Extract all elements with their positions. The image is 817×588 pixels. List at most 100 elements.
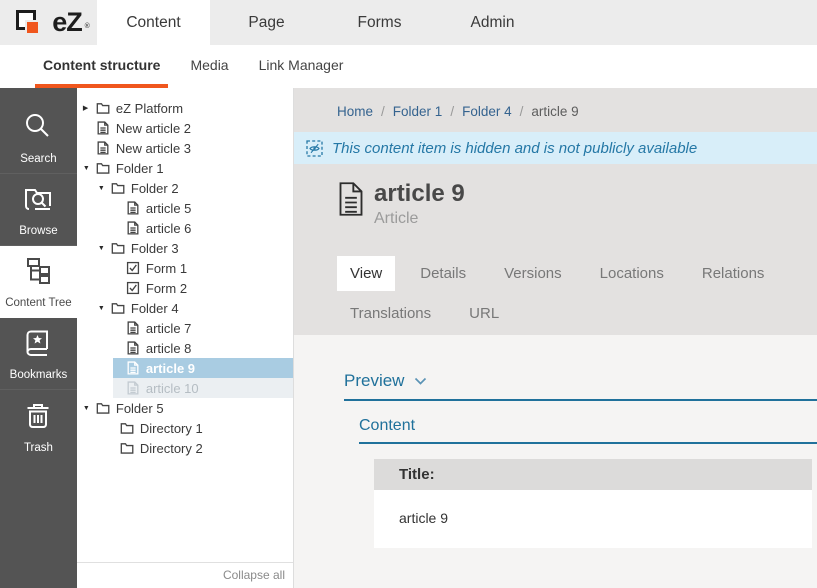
chevron-down-icon — [414, 377, 427, 386]
tree-item-folder-2[interactable]: Folder 2 — [98, 178, 293, 198]
breadcrumb-folder-1[interactable]: Folder 1 — [393, 104, 443, 119]
folder-icon — [96, 401, 110, 415]
article-icon — [126, 361, 140, 375]
breadcrumb-separator: / — [450, 104, 454, 119]
breadcrumb: Home / Folder 1 / Folder 4 / article 9 — [294, 88, 817, 119]
folder-icon — [120, 421, 134, 435]
tree-item-form-1[interactable]: Form 1 — [113, 258, 293, 278]
view-tab-content: Preview Content Title: article 9 — [294, 335, 817, 588]
browse-icon — [21, 182, 55, 225]
expand-arrow-icon[interactable] — [83, 104, 96, 112]
sidebar-item-browse[interactable]: Browse — [0, 174, 77, 246]
tree-item-article-5[interactable]: article 5 — [113, 198, 293, 218]
field-value-title: article 9 — [374, 490, 812, 548]
expand-arrow-icon[interactable] — [98, 305, 111, 312]
folder-icon — [111, 241, 125, 255]
tab-locations[interactable]: Locations — [587, 256, 677, 291]
tree-item-article-6[interactable]: article 6 — [113, 218, 293, 238]
subnav-content-structure[interactable]: Content structure — [35, 45, 168, 88]
article-icon — [126, 321, 140, 335]
top-bar: eZ ® Content Page Forms Admin — [0, 0, 817, 45]
content-tree-panel: eZ Platform New article 2 New article 3 … — [77, 88, 294, 588]
page-title: article 9 — [374, 181, 465, 207]
ez-logo[interactable]: eZ ® — [0, 0, 97, 45]
sub-nav: Content structure Media Link Manager — [0, 45, 817, 88]
bookmarks-icon — [21, 326, 55, 369]
breadcrumb-separator: / — [520, 104, 524, 119]
form-icon — [126, 261, 140, 275]
search-icon — [21, 110, 55, 153]
content-title-block: article 9 Article — [337, 181, 817, 228]
content-tabs: View Details Versions Locations Relation… — [337, 256, 817, 331]
article-icon — [96, 141, 110, 155]
ez-logo-icon — [15, 7, 47, 39]
tree-item-article-10-hidden[interactable]: article 10 — [113, 378, 293, 398]
sidebar-item-content-tree[interactable]: Content Tree — [0, 246, 77, 318]
expand-arrow-icon[interactable] — [83, 405, 96, 412]
top-tab-forms[interactable]: Forms — [323, 0, 436, 45]
article-icon — [126, 381, 140, 395]
sidebar-item-trash[interactable]: Trash — [0, 390, 77, 462]
hidden-eye-icon — [306, 140, 323, 157]
main-content: Home / Folder 1 / Folder 4 / article 9 T… — [294, 88, 817, 588]
hidden-content-notice: This content item is hidden and is not p… — [294, 132, 817, 164]
tab-details[interactable]: Details — [407, 256, 479, 291]
folder-icon — [96, 161, 110, 175]
sidebar-item-bookmarks[interactable]: Bookmarks — [0, 318, 77, 390]
tab-versions[interactable]: Versions — [491, 256, 575, 291]
expand-arrow-icon[interactable] — [98, 245, 111, 252]
top-tab-page[interactable]: Page — [210, 0, 323, 45]
tree-item-folder-5[interactable]: Folder 5 — [83, 398, 293, 418]
tree-item-new-article-2[interactable]: New article 2 — [83, 118, 293, 138]
expand-arrow-icon[interactable] — [98, 185, 111, 192]
tree-item-new-article-3[interactable]: New article 3 — [83, 138, 293, 158]
article-icon — [126, 341, 140, 355]
tab-relations[interactable]: Relations — [689, 256, 778, 291]
content-tree-icon — [21, 254, 55, 297]
tab-translations[interactable]: Translations — [337, 296, 444, 331]
tab-view[interactable]: View — [337, 256, 395, 291]
folder-icon — [111, 181, 125, 195]
breadcrumb-current: article 9 — [531, 104, 578, 119]
tree-item-directory-1[interactable]: Directory 1 — [107, 418, 293, 438]
article-icon — [96, 121, 110, 135]
trash-icon — [21, 399, 55, 442]
tree-item-ez-platform[interactable]: eZ Platform — [83, 98, 293, 118]
folder-icon — [120, 441, 134, 455]
tree-item-form-2[interactable]: Form 2 — [113, 278, 293, 298]
tree-item-article-9-selected[interactable]: article 9 — [113, 358, 293, 378]
folder-icon — [96, 101, 110, 115]
tree-item-folder-1[interactable]: Folder 1 — [83, 158, 293, 178]
tree-item-article-8[interactable]: article 8 — [113, 338, 293, 358]
notice-text: This content item is hidden and is not p… — [332, 140, 697, 157]
article-icon — [126, 201, 140, 215]
collapse-all-button[interactable]: Collapse all — [77, 562, 293, 588]
article-icon — [337, 181, 365, 228]
top-tab-content[interactable]: Content — [97, 0, 210, 45]
sidebar-item-search[interactable]: Search — [0, 102, 77, 174]
subnav-media[interactable]: Media — [182, 45, 236, 88]
tree-item-folder-3[interactable]: Folder 3 — [98, 238, 293, 258]
registered-mark: ® — [85, 23, 89, 30]
content-type-label: Article — [374, 210, 465, 228]
tab-url[interactable]: URL — [456, 296, 512, 331]
tree-item-article-7[interactable]: article 7 — [113, 318, 293, 338]
expand-arrow-icon[interactable] — [83, 165, 96, 172]
top-nav: Content Page Forms Admin — [97, 0, 549, 45]
preview-section-toggle[interactable]: Preview — [344, 371, 817, 401]
content-fieldgroup-header: Content — [359, 417, 817, 444]
field-name-title: Title: — [374, 459, 812, 490]
tree-item-directory-2[interactable]: Directory 2 — [107, 438, 293, 458]
ez-logo-text: eZ — [52, 7, 82, 38]
left-sidebar: Search Browse Content Tree Bookmarks Tra… — [0, 88, 77, 588]
form-icon — [126, 281, 140, 295]
breadcrumb-separator: / — [381, 104, 385, 119]
tree-item-folder-4[interactable]: Folder 4 — [98, 298, 293, 318]
folder-icon — [111, 301, 125, 315]
field-table: Title: article 9 — [374, 459, 812, 548]
article-icon — [126, 221, 140, 235]
breadcrumb-folder-4[interactable]: Folder 4 — [462, 104, 512, 119]
top-tab-admin[interactable]: Admin — [436, 0, 549, 45]
subnav-link-manager[interactable]: Link Manager — [251, 45, 352, 88]
breadcrumb-home[interactable]: Home — [337, 104, 373, 119]
